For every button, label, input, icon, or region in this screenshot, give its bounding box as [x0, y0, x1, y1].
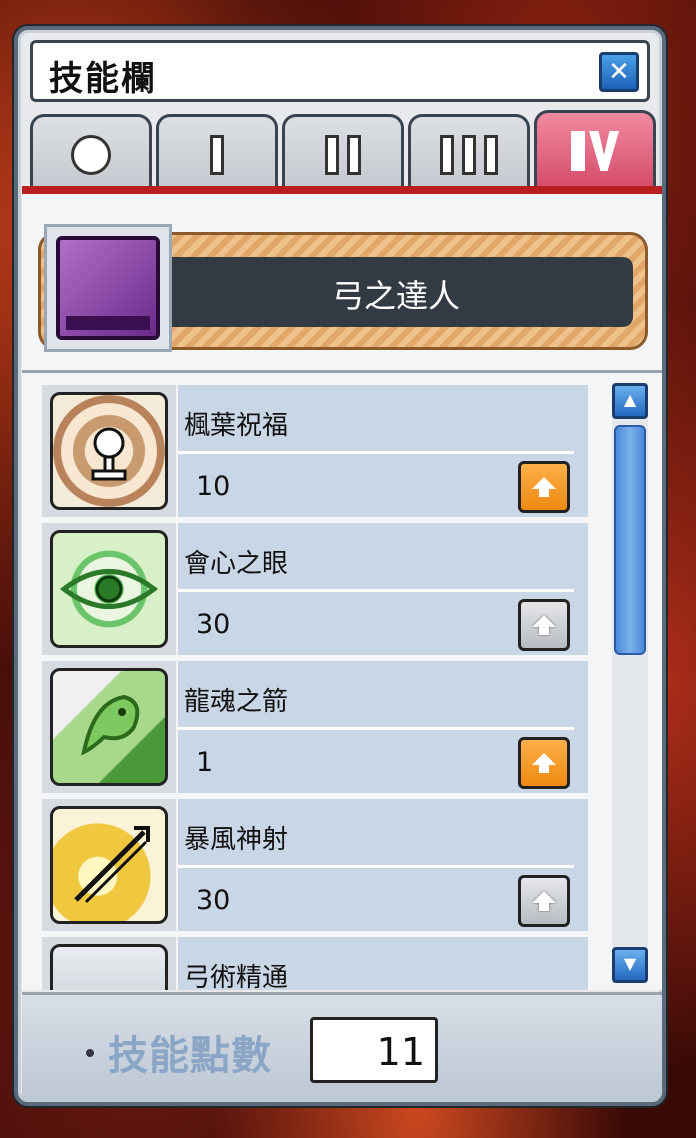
- skill-icon-frame: [42, 937, 176, 990]
- bar-icon: [210, 135, 224, 175]
- bar-icon: [462, 135, 476, 175]
- job-tabs: [30, 110, 658, 190]
- sharp-eyes-icon[interactable]: [50, 530, 168, 648]
- skill-name: 龍魂之箭: [184, 687, 289, 717]
- skill-name: 暴風神射: [184, 825, 289, 855]
- job-name: 弓之達人: [331, 277, 460, 315]
- skill-info: 暴風神射 30: [178, 799, 588, 931]
- skill-row[interactable]: 龍魂之箭 1: [42, 661, 588, 793]
- close-button[interactable]: ✕: [599, 52, 639, 92]
- tab-divider: [22, 186, 662, 194]
- divider: [178, 589, 574, 592]
- arrow-up-icon: [532, 615, 556, 635]
- tab-1[interactable]: [156, 114, 278, 190]
- level-up-button-disabled: [518, 875, 570, 927]
- tab-0[interactable]: [30, 114, 152, 190]
- title-bar[interactable]: 技能欄 ✕: [30, 40, 650, 102]
- bar-icon: [325, 135, 339, 175]
- job-icon-frame: [44, 224, 172, 352]
- bar-icon: [347, 135, 361, 175]
- scrollbar[interactable]: ▲ ▼: [612, 383, 648, 983]
- level-up-button[interactable]: [518, 737, 570, 789]
- bar-icon: [440, 135, 454, 175]
- job-name-box: 弓之達人: [159, 257, 633, 327]
- skill-level: 1: [196, 747, 214, 778]
- triangle-up-icon: ▲: [623, 390, 637, 409]
- tab-3[interactable]: [408, 114, 530, 190]
- skill-level: 30: [196, 609, 231, 640]
- skill-name: 會心之眼: [184, 549, 289, 579]
- tab-4[interactable]: [534, 110, 656, 190]
- bar-icon: [571, 131, 585, 171]
- scroll-thumb[interactable]: [614, 425, 646, 655]
- divider: [178, 865, 574, 868]
- dragon-soul-arrow-icon[interactable]: [50, 668, 168, 786]
- skill-icon-frame: [42, 385, 176, 517]
- skill-level: 30: [196, 885, 231, 916]
- bow-expert-icon[interactable]: [50, 944, 168, 990]
- skill-level: 10: [196, 471, 231, 502]
- arrow-up-icon: [532, 891, 556, 911]
- circle-icon: [71, 135, 111, 175]
- skill-icon-frame: [42, 799, 176, 931]
- skill-row[interactable]: 暴風神射 30: [42, 799, 588, 931]
- skill-name: 楓葉祝福: [184, 411, 289, 441]
- skill-info: 會心之眼 30: [178, 523, 588, 655]
- skill-window: 技能欄 ✕ 弓之達人 楓葉祝福 10 會心之眼 30 龍魂之箭 1 暴風神射 3…: [14, 26, 666, 1106]
- tab-2[interactable]: [282, 114, 404, 190]
- arrow-up-icon: [532, 477, 556, 497]
- skill-info: 龍魂之箭 1: [178, 661, 588, 793]
- skill-icon-frame: [42, 661, 176, 793]
- skill-points-footer: 技能點數 11: [22, 992, 662, 1102]
- window-title: 技能欄: [49, 59, 157, 99]
- skill-name: 弓術精通: [184, 963, 289, 990]
- skill-info: 楓葉祝福 10: [178, 385, 588, 517]
- skill-points-label: 技能點數: [108, 1033, 272, 1079]
- maple-blessing-icon[interactable]: [50, 392, 168, 510]
- close-icon: ✕: [608, 57, 630, 87]
- level-up-button[interactable]: [518, 461, 570, 513]
- bullet-icon: [86, 1049, 94, 1057]
- scroll-down-button[interactable]: ▼: [612, 947, 648, 983]
- triangle-down-icon: ▼: [623, 954, 637, 973]
- skill-row[interactable]: 弓術精通: [42, 937, 588, 990]
- skill-row[interactable]: 楓葉祝福 10: [42, 385, 588, 517]
- skill-book-icon: [56, 236, 160, 340]
- divider: [178, 451, 574, 454]
- level-up-button-disabled: [518, 599, 570, 651]
- skill-points-box: 11: [310, 1017, 438, 1083]
- divider: [178, 727, 574, 730]
- scroll-up-button[interactable]: ▲: [612, 383, 648, 419]
- skill-list[interactable]: 楓葉祝福 10 會心之眼 30 龍魂之箭 1 暴風神射 30 弓術精通 ▲ ▼: [22, 370, 662, 990]
- bar-icon: [484, 135, 498, 175]
- skill-row[interactable]: 會心之眼 30: [42, 523, 588, 655]
- skill-icon-frame: [42, 523, 176, 655]
- arrow-up-icon: [532, 753, 556, 773]
- hurricane-icon[interactable]: [50, 806, 168, 924]
- v-icon: [589, 131, 619, 171]
- job-header: 弓之達人: [22, 194, 662, 370]
- skill-info: 弓術精通: [178, 937, 588, 990]
- skill-points-value: 11: [376, 1030, 425, 1074]
